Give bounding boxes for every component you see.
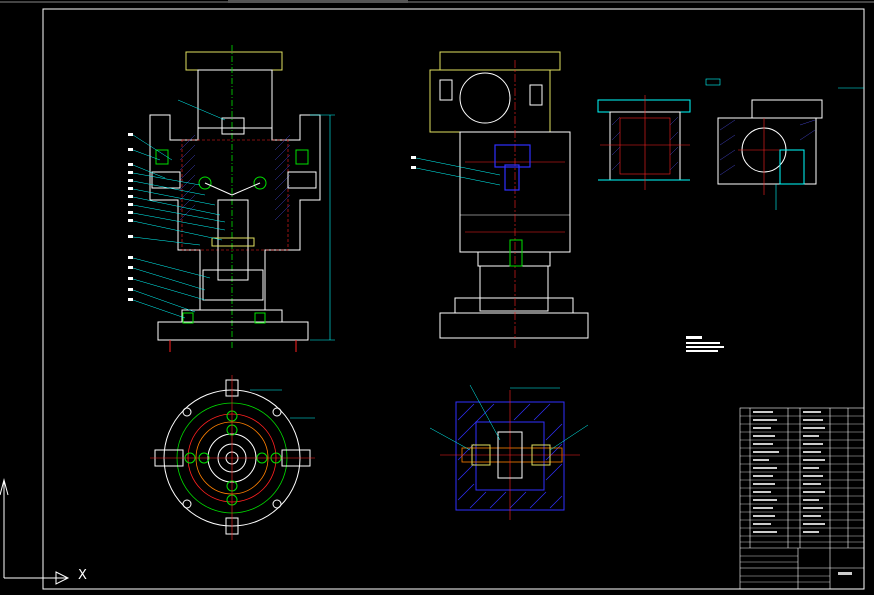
cad-drawing-canvas[interactable] (0, 0, 874, 595)
toolbar-strip (228, 0, 408, 3)
bom-text-marks (753, 411, 852, 575)
technical-notes (686, 336, 724, 352)
ucs-x-label: X (78, 568, 87, 583)
detail-view-a (597, 95, 691, 190)
section-view-bottom (429, 384, 589, 520)
ucs-axis-icon (0, 478, 70, 585)
plan-view (150, 375, 315, 540)
drawing-frame (42, 8, 865, 590)
side-view (411, 51, 589, 350)
detail-view-b (705, 78, 864, 210)
front-section-view (128, 45, 335, 352)
